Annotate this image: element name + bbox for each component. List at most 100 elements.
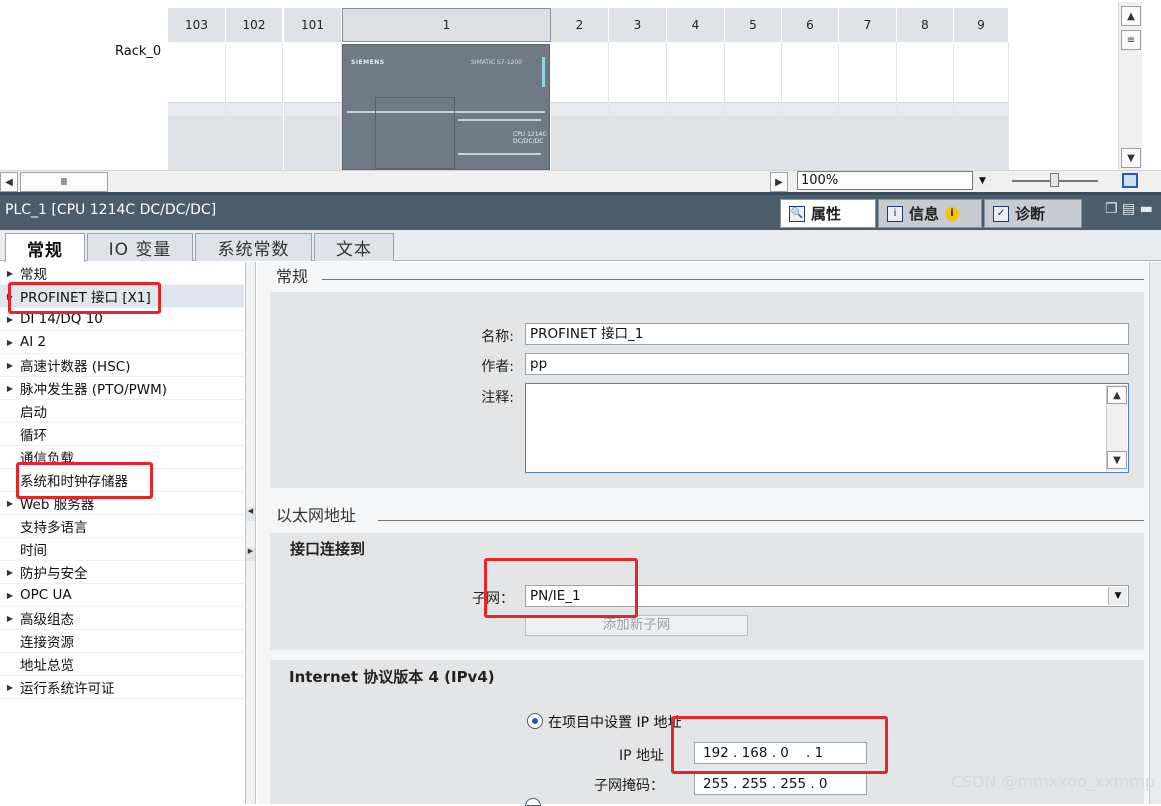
interface-connect-title: 接口连接到 bbox=[290, 540, 366, 558]
scroll-down-icon[interactable]: ▼ bbox=[1107, 451, 1127, 469]
slot-header[interactable]: 103 bbox=[168, 8, 226, 42]
slot-header[interactable]: 6 bbox=[782, 8, 839, 42]
collapse-left-icon[interactable]: ◀ bbox=[246, 507, 255, 521]
scroll-up-icon[interactable]: ▲ bbox=[1121, 6, 1141, 26]
slot[interactable] bbox=[897, 42, 954, 170]
device-vertical-scrollbar[interactable]: ▲ ≡ ▼ bbox=[1118, 2, 1142, 170]
caret-right-icon[interactable]: ▶ bbox=[0, 269, 20, 278]
content-scrollbar[interactable] bbox=[1149, 262, 1161, 804]
subtab-system-constants[interactable]: 系统常数 bbox=[195, 233, 312, 261]
slot-header[interactable]: 8 bbox=[897, 8, 954, 42]
slot[interactable] bbox=[725, 42, 782, 170]
slot[interactable] bbox=[168, 42, 226, 170]
author-field[interactable]: pp bbox=[525, 353, 1129, 375]
caret-right-icon[interactable]: ▶ bbox=[0, 292, 20, 301]
zoom-slider-thumb[interactable] bbox=[1050, 173, 1059, 187]
nav-item[interactable]: 启动 bbox=[0, 400, 244, 423]
nav-item[interactable]: ▶ 运行系统许可证 bbox=[0, 676, 244, 699]
rack-label: Rack_0 bbox=[115, 44, 162, 59]
nav-item[interactable]: ▶ 高级组态 bbox=[0, 607, 244, 630]
nav-item[interactable]: 时间 bbox=[0, 538, 244, 561]
tab-info[interactable]: i 信息 i bbox=[878, 199, 982, 228]
tab-diagnostics[interactable]: ✓ 诊断 bbox=[984, 199, 1082, 228]
rail-band bbox=[609, 116, 666, 170]
cpu-model: SIMATIC S7-1200 bbox=[471, 59, 522, 66]
slot[interactable] bbox=[839, 42, 897, 170]
caret-right-icon[interactable]: ▶ bbox=[0, 315, 20, 324]
slot[interactable] bbox=[226, 42, 283, 170]
slot[interactable] bbox=[782, 42, 839, 170]
tab-info-label: 信息 bbox=[909, 205, 940, 223]
nav-item[interactable]: ▶ PROFINET 接口 [X1] bbox=[0, 285, 244, 308]
scroll-down-icon[interactable]: ▼ bbox=[1121, 148, 1141, 168]
zoom-dropdown-icon[interactable]: ▼ bbox=[972, 171, 992, 190]
nav-item-label: 高速计数器 (HSC) bbox=[20, 359, 131, 375]
subnet-select[interactable]: PN/IE_1 bbox=[525, 585, 1129, 607]
nav-item[interactable]: ▶ Web 服务器 bbox=[0, 492, 244, 515]
comment-scrollbar[interactable]: ▲ ▼ bbox=[1106, 385, 1127, 471]
caret-right-icon[interactable]: ▶ bbox=[0, 568, 20, 577]
scroll-right-icon[interactable]: ▶ bbox=[770, 172, 788, 192]
cpu-strip bbox=[458, 119, 541, 121]
name-field[interactable]: PROFINET 接口_1 bbox=[525, 323, 1129, 345]
comment-field[interactable] bbox=[525, 383, 1129, 473]
scroll-left-icon[interactable]: ◀ bbox=[0, 172, 18, 192]
caret-right-icon[interactable]: ▶ bbox=[0, 614, 20, 623]
fit-view-icon[interactable] bbox=[1122, 173, 1138, 188]
slot-header[interactable]: 7 bbox=[839, 8, 897, 42]
nav-item[interactable]: ▶ DI 14/DQ 10 bbox=[0, 308, 244, 331]
subnet-mask-field[interactable]: 255 . 255 . 255 . 0 bbox=[694, 773, 867, 795]
nav-item-label: 通信负载 bbox=[20, 451, 74, 467]
nav-item[interactable]: ▶ 脉冲发生器 (PTO/PWM) bbox=[0, 377, 244, 400]
scroll-thumb-icon[interactable]: ≡ bbox=[1121, 30, 1141, 50]
slot-header[interactable]: 2 bbox=[551, 8, 609, 42]
nav-item-label: DI 14/DQ 10 bbox=[20, 311, 103, 327]
slot-header[interactable]: 3 bbox=[609, 8, 667, 42]
slot-header[interactable]: 102 bbox=[226, 8, 283, 42]
expand-right-icon[interactable]: ▶ bbox=[246, 547, 255, 561]
tab-properties[interactable]: 🔍 属性 bbox=[780, 199, 876, 228]
slot-header[interactable]: 9 bbox=[954, 8, 1009, 42]
subtab-general[interactable]: 常规 bbox=[5, 233, 85, 262]
scroll-up-icon[interactable]: ▲ bbox=[1107, 386, 1127, 404]
nav-item[interactable]: ▶ AI 2 bbox=[0, 331, 244, 354]
nav-item-label: 高级组态 bbox=[20, 612, 74, 628]
nav-item[interactable]: 地址总览 bbox=[0, 653, 244, 676]
nav-item[interactable]: ▶ 防护与安全 bbox=[0, 561, 244, 584]
add-new-subnet-button[interactable]: 添加新子网 bbox=[525, 615, 748, 636]
subtab-texts[interactable]: 文本 bbox=[314, 233, 394, 261]
nav-item[interactable]: 循环 bbox=[0, 423, 244, 446]
caret-right-icon[interactable]: ▶ bbox=[0, 499, 20, 508]
nav-item[interactable]: 连接资源 bbox=[0, 630, 244, 653]
rail-band bbox=[284, 116, 341, 170]
subtab-io-tags[interactable]: IO 变量 bbox=[87, 233, 193, 261]
window-layout-icon[interactable]: ❐ ▤ ▬ bbox=[1105, 201, 1153, 217]
caret-right-icon[interactable]: ▶ bbox=[0, 683, 20, 692]
nav-item[interactable]: ▶ 常规 bbox=[0, 262, 244, 285]
slot[interactable] bbox=[667, 42, 725, 170]
slot-header[interactable]: 5 bbox=[725, 8, 782, 42]
slot-header[interactable]: 4 bbox=[667, 8, 725, 42]
nav-item[interactable]: 系统和时钟存储器 bbox=[0, 469, 244, 492]
set-ip-in-project-radio[interactable] bbox=[527, 713, 543, 729]
slot[interactable] bbox=[609, 42, 667, 170]
cpu-module[interactable]: SIEMENS SIMATIC S7-1200 CPU 1214C DC/DC/… bbox=[342, 44, 550, 170]
nav-item[interactable]: ▶ OPC UA bbox=[0, 584, 244, 607]
nav-item[interactable]: ▶ 高速计数器 (HSC) bbox=[0, 354, 244, 377]
caret-right-icon[interactable]: ▶ bbox=[0, 384, 20, 393]
nav-item[interactable]: 通信负载 bbox=[0, 446, 244, 469]
slot-header[interactable]: 101 bbox=[284, 8, 342, 42]
slot[interactable] bbox=[551, 42, 609, 170]
subnet-dropdown-icon[interactable]: ▼ bbox=[1108, 587, 1127, 605]
rail-band bbox=[551, 116, 608, 170]
nav-item[interactable]: 支持多语言 bbox=[0, 515, 244, 538]
caret-right-icon[interactable]: ▶ bbox=[0, 361, 20, 370]
zoom-select[interactable]: 100% bbox=[797, 171, 992, 190]
slot[interactable] bbox=[284, 42, 342, 170]
caret-right-icon[interactable]: ▶ bbox=[0, 338, 20, 347]
ip-address-field[interactable]: 192 . 168 . 0 . 1 bbox=[694, 742, 867, 764]
caret-right-icon[interactable]: ▶ bbox=[0, 591, 20, 600]
slot[interactable] bbox=[954, 42, 1009, 170]
scroll-thumb-icon[interactable]: Ⅲ bbox=[20, 172, 108, 192]
slot-header[interactable]: 1 bbox=[342, 8, 551, 42]
